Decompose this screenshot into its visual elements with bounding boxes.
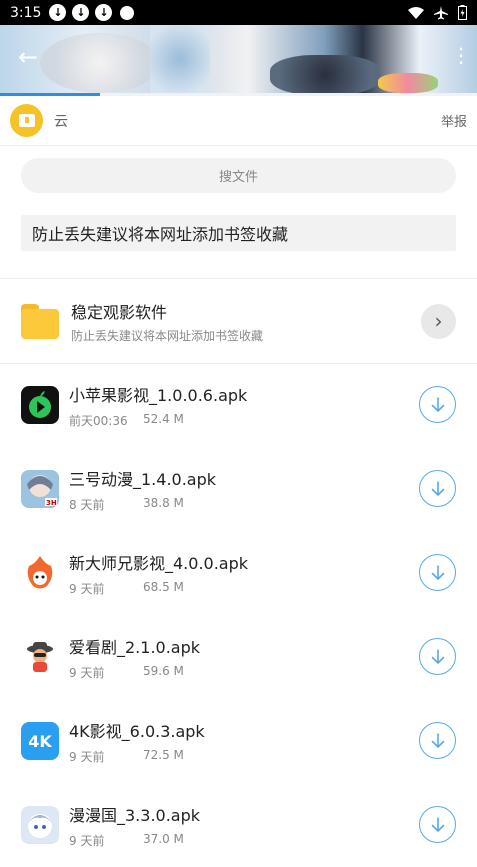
file-name: 小苹果影视_1.0.0.6.apk xyxy=(69,385,248,405)
download-icon: ↓ xyxy=(95,4,113,21)
download-icon: ↓ xyxy=(49,4,67,21)
folder-title: 稳定观影软件 xyxy=(71,302,168,322)
folder-icon xyxy=(21,303,59,339)
file-time: 前天00:36 xyxy=(69,413,128,428)
svg-text:3H: 3H xyxy=(46,499,57,507)
owner-name[interactable]: 云 xyxy=(54,111,68,131)
file-item[interactable]: 3H 三号动漫_1.4.0.apk 8 天前 38.8 M xyxy=(0,447,477,531)
file-time: 9 天前 xyxy=(69,665,105,680)
notification-dot-icon xyxy=(120,5,135,20)
status-bar: 3:15 ↓ ↓ ↓ xyxy=(0,0,477,25)
banner-art xyxy=(378,73,438,93)
avatar[interactable] xyxy=(10,104,43,137)
header-banner: ← ⋮ xyxy=(0,25,477,93)
battery-icon xyxy=(458,5,467,20)
download-button[interactable] xyxy=(419,722,456,759)
chevron-right-icon[interactable]: › xyxy=(421,303,456,339)
file-item[interactable]: 新大师兄影视_4.0.0.apk 9 天前 68.5 M xyxy=(0,531,477,615)
download-arrow-icon xyxy=(431,396,444,412)
file-name: 三号动漫_1.4.0.apk xyxy=(69,469,217,489)
monkey-flame-icon xyxy=(21,554,59,592)
search-input[interactable]: 搜文件 xyxy=(21,158,456,193)
file-size: 72.5 M xyxy=(143,747,184,762)
cowboy-character-icon xyxy=(21,638,59,676)
file-time: 8 天前 xyxy=(69,497,105,512)
file-name: 新大师兄影视_4.0.0.apk xyxy=(69,553,249,573)
file-name: 爱看剧_2.1.0.apk xyxy=(69,637,201,657)
download-arrow-icon xyxy=(431,816,444,832)
download-button[interactable] xyxy=(419,806,456,843)
more-vert-icon[interactable]: ⋮ xyxy=(451,45,471,65)
owner-bar: 云 举报 xyxy=(0,96,477,146)
bookmark-notice: 防止丢失建议将本网址添加书签收藏 xyxy=(21,215,456,251)
download-arrow-icon xyxy=(431,480,444,496)
report-link[interactable]: 举报 xyxy=(441,111,467,130)
download-arrow-icon xyxy=(431,648,444,664)
wifi-icon xyxy=(408,6,424,19)
download-button[interactable] xyxy=(419,386,456,423)
apple-play-icon xyxy=(21,386,59,424)
banner-art xyxy=(150,25,210,93)
file-time: 9 天前 xyxy=(69,833,105,848)
file-name: 漫漫国_3.3.0.apk xyxy=(69,805,201,825)
banner-art xyxy=(270,55,380,93)
file-item[interactable]: 爱看剧_2.1.0.apk 9 天前 59.6 M xyxy=(0,615,477,699)
file-name: 4K影视_6.0.3.apk xyxy=(69,721,205,741)
file-time: 9 天前 xyxy=(69,749,105,764)
anime-girl-icon: 3H xyxy=(21,470,59,508)
download-button[interactable] xyxy=(419,638,456,675)
file-size: 37.0 M xyxy=(143,831,184,846)
anime-chibi-icon xyxy=(21,806,59,844)
status-time: 3:15 xyxy=(10,4,42,21)
file-time: 9 天前 xyxy=(69,581,105,596)
file-item[interactable]: 小苹果影视_1.0.0.6.apk 前天00:36 52.4 M xyxy=(0,363,477,447)
file-size: 52.4 M xyxy=(143,411,184,426)
folder-subtitle: 防止丢失建议将本网址添加书签收藏 xyxy=(71,328,264,343)
file-item[interactable]: 4K 4K影视_6.0.3.apk 9 天前 72.5 M xyxy=(0,699,477,783)
4k-icon: 4K xyxy=(21,722,59,760)
icon-label: 4K xyxy=(28,731,52,751)
download-arrow-icon xyxy=(431,564,444,580)
banner-art xyxy=(40,33,160,93)
box-icon xyxy=(18,114,35,127)
download-icon: ↓ xyxy=(72,4,90,21)
back-arrow-icon[interactable]: ← xyxy=(18,45,38,69)
airplane-icon xyxy=(434,5,448,19)
file-size: 68.5 M xyxy=(143,579,184,594)
download-button[interactable] xyxy=(419,470,456,507)
file-list: 小苹果影视_1.0.0.6.apk 前天00:36 52.4 M 3H 三号动漫… xyxy=(0,363,477,867)
folder-item[interactable]: 稳定观影软件 防止丢失建议将本网址添加书签收藏 › xyxy=(0,279,477,363)
file-size: 38.8 M xyxy=(143,495,184,510)
file-size: 59.6 M xyxy=(143,663,184,678)
download-button[interactable] xyxy=(419,554,456,591)
file-item[interactable]: 漫漫国_3.3.0.apk 9 天前 37.0 M xyxy=(0,783,477,867)
download-arrow-icon xyxy=(431,732,444,748)
